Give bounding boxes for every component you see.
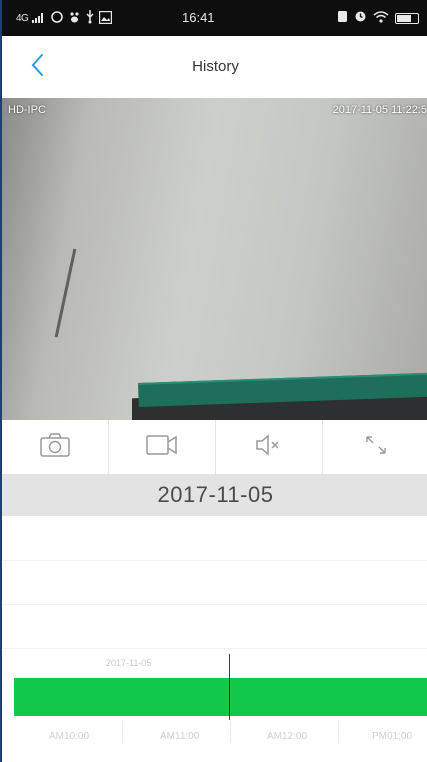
wifi-icon <box>373 10 389 26</box>
fullscreen-button[interactable] <box>323 420 427 474</box>
timeline-cursor-line <box>229 678 230 716</box>
timeline-time-label: AM11:00 <box>160 731 200 742</box>
timeline-tick <box>122 721 123 743</box>
status-right-group <box>337 10 419 26</box>
timeline-tick <box>230 721 231 743</box>
speaker-mute-icon <box>255 433 283 461</box>
app-screen: 4G 16:41 History HD-IPC 2017-11-05 11:22… <box>0 0 427 762</box>
network-type: 4G <box>16 13 29 24</box>
device-label: HD-IPC <box>8 104 46 116</box>
camera-icon <box>40 432 70 462</box>
recording-segment[interactable] <box>14 678 427 716</box>
page-title: History <box>192 58 239 75</box>
usb-icon <box>85 10 95 27</box>
snapshot-button[interactable] <box>2 420 109 474</box>
playback-controls <box>2 420 427 474</box>
selected-date: 2017-11-05 <box>157 482 274 507</box>
timeline-gridline <box>2 560 427 561</box>
mute-button[interactable] <box>216 420 323 474</box>
video-timestamp: 2017-11-05 11:22:5 <box>332 104 427 116</box>
fullscreen-icon <box>364 434 388 461</box>
timeline-tick <box>338 721 339 743</box>
timeline-time-label: PM01:00 <box>372 731 413 742</box>
timeline-gridline <box>2 604 427 605</box>
status-left-group: 4G <box>16 10 113 27</box>
battery-icon <box>395 12 419 24</box>
record-button[interactable] <box>109 420 216 474</box>
nav-header: History <box>2 36 427 98</box>
timeline-gridline <box>2 648 427 649</box>
status-time: 16:41 <box>182 10 215 25</box>
ring-icon <box>50 10 64 27</box>
recording-timeline[interactable]: 2017-11-05 AM10:00 AM11:00 AM12:00 PM01:… <box>2 516 427 762</box>
paw-icon <box>68 11 81 27</box>
video-scene-detail <box>54 248 77 338</box>
timeline-time-label: AM12:00 <box>267 731 308 742</box>
timeline-date-label: 2017-11-05 <box>106 658 152 668</box>
video-player[interactable]: HD-IPC 2017-11-05 11:22:5 <box>2 98 427 420</box>
date-selector[interactable]: 2017-11-05 <box>2 474 427 516</box>
notification-icon <box>337 10 348 26</box>
alarm-icon <box>354 10 367 26</box>
signal-icon <box>32 12 46 26</box>
video-record-icon <box>146 434 178 461</box>
timeline-time-label: AM10:00 <box>49 731 90 742</box>
status-bar: 4G 16:41 <box>2 0 427 36</box>
image-icon <box>99 10 113 27</box>
